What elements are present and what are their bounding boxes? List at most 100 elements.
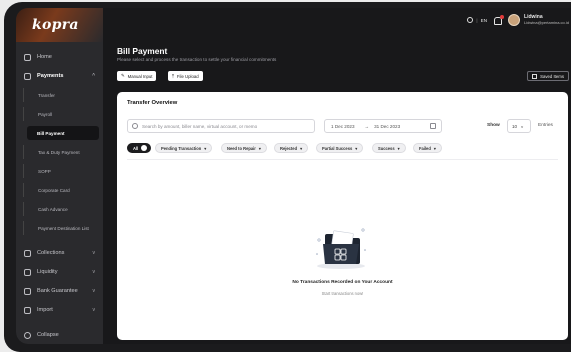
button-label: File Upload (176, 73, 199, 79)
chip-label: Failed (419, 145, 431, 151)
sidebar-item-collections[interactable]: Collections v (16, 244, 103, 262)
globe-icon[interactable] (467, 17, 474, 23)
date-to: 31 Dec 2023 (374, 123, 401, 129)
sidebar-subitem-sopp[interactable]: SOPP (23, 164, 98, 178)
bookmark-icon (532, 73, 538, 79)
sidebar-subitem-payment-destination-list[interactable]: Payment Destination List (23, 221, 98, 235)
chevron-down-icon: v (92, 288, 96, 294)
sidebar-item-payments[interactable]: Payments ^ (16, 67, 103, 85)
calendar-icon (430, 123, 436, 129)
count-badge (141, 145, 148, 151)
user-info[interactable]: Lidwina Lidwina@pertamina.co.id (524, 14, 569, 26)
import-icon (24, 306, 31, 314)
empty-folder-illustration (316, 228, 366, 269)
sidebar: kopra Home Payments ^ Transfer Payroll B… (16, 8, 103, 344)
page-size-value: 10 (512, 123, 518, 129)
entries-label: Entries (538, 123, 553, 128)
sidebar-subitem-label: Tax & Duty Payment (38, 149, 80, 155)
payments-icon (24, 72, 31, 80)
sidebar-subitem-cash-advance[interactable]: Cash Advance (23, 202, 98, 216)
divider: | (476, 17, 478, 23)
sidebar-subitem-label: Corporate Card (38, 187, 70, 193)
sidebar-subitem-label: Cash Advance (38, 206, 68, 212)
page-description: Please select and process the transactio… (117, 57, 277, 62)
brand-logo[interactable]: kopra (16, 8, 103, 42)
sidebar-subitem-corporate-card[interactable]: Corporate Card (23, 183, 98, 197)
app-screen: kopra Home Payments ^ Transfer Payroll B… (16, 8, 571, 344)
sidebar-item-label: Collections (37, 250, 65, 256)
empty-state-title: No Transactions Recorded on Your Account (292, 280, 393, 285)
filter-chip-pending-transaction[interactable]: Pending Transaction ▾ (155, 143, 213, 153)
chevron-down-icon: ▾ (300, 145, 303, 151)
chevron-down-icon: v (92, 307, 96, 313)
liquidity-icon (24, 268, 31, 276)
filter-chip-failed[interactable]: Failed ▾ (413, 143, 442, 153)
show-label: Show (487, 123, 500, 128)
chevron-down-icon: ▾ (204, 145, 207, 151)
sidebar-item-label: Import (37, 307, 53, 313)
filter-chip-need-to-repair[interactable]: Need to Repair ▾ (221, 143, 267, 153)
sidebar-item-label: Liquidity (37, 269, 58, 275)
date-range-picker[interactable]: 1 Dec 2023 → 31 Dec 2023 (324, 119, 442, 133)
collapse-icon (24, 331, 31, 339)
sidebar-subitem-transfer[interactable]: Transfer (23, 88, 98, 102)
search-icon (132, 123, 138, 129)
file-upload-button[interactable]: ⤒ File Upload (168, 71, 203, 81)
button-label: Saved Items (540, 73, 564, 79)
chevron-up-icon: ^ (92, 73, 95, 79)
chevron-down-icon: ▾ (355, 145, 358, 151)
sidebar-collapse-button[interactable]: Collapse (16, 326, 103, 344)
chip-label: Need to Repair (227, 145, 256, 151)
empty-state-subtitle: Start transactions now! (321, 291, 364, 296)
page-title: Bill Payment (117, 46, 168, 56)
manual-input-button[interactable]: ✎ Manual Input (117, 71, 157, 81)
language-selector[interactable]: EN (481, 18, 487, 23)
arrow-right-icon: → (364, 123, 370, 129)
sidebar-subitem-tax-duty-payment[interactable]: Tax & Duty Payment (23, 145, 98, 159)
chip-label: Partial Success (322, 145, 353, 151)
sidebar-subitem-label: Payment Destination List (38, 225, 89, 231)
chip-label: Rejected (280, 145, 298, 151)
chevron-down-icon: v (92, 250, 96, 256)
card-title: Transfer Overview (127, 100, 178, 106)
sidebar-item-label: Bank Guarantee (37, 288, 78, 294)
date-from: 1 Dec 2023 (331, 123, 355, 129)
upload-icon: ⤒ (172, 73, 174, 79)
collections-icon (24, 249, 31, 257)
user-email: Lidwina@pertamina.co.id (524, 20, 569, 25)
filter-chip-success[interactable]: Success ▾ (372, 143, 406, 153)
sidebar-subitem-label: Transfer (38, 92, 55, 98)
logo-text: kopra (32, 17, 79, 33)
sidebar-item-home[interactable]: Home (16, 48, 103, 66)
search-input[interactable]: Search by amount, biller name, virtual a… (127, 119, 315, 133)
transfer-overview-card: Transfer Overview Search by amount, bill… (117, 92, 568, 340)
chevron-down-icon: ▾ (258, 145, 261, 151)
sidebar-item-label: Home (37, 54, 52, 60)
sidebar-item-import[interactable]: Import v (16, 301, 103, 319)
chevron-down-icon: ▾ (433, 145, 436, 151)
saved-items-button[interactable]: Saved Items (527, 71, 569, 81)
sidebar-item-label: Payments (37, 73, 64, 79)
notification-bell-icon[interactable] (493, 14, 505, 25)
page-size-select[interactable]: 10 v (507, 119, 531, 133)
sidebar-item-liquidity[interactable]: Liquidity v (16, 263, 103, 281)
chevron-down-icon: ▾ (397, 145, 400, 151)
divider (127, 159, 558, 160)
filter-chip-all[interactable]: All (127, 143, 152, 153)
pencil-icon: ✎ (121, 73, 125, 78)
sidebar-subitem-label: SOPP (38, 168, 51, 174)
sidebar-subitem-bill-payment[interactable]: Bill Payment (27, 126, 99, 140)
button-label: Manual Input (127, 73, 153, 79)
avatar[interactable] (508, 14, 521, 26)
sidebar-item-bank-guarantee[interactable]: Bank Guarantee v (16, 282, 103, 300)
filter-chip-partial-success[interactable]: Partial Success ▾ (316, 143, 364, 153)
filter-chip-rejected[interactable]: Rejected ▾ (274, 143, 309, 153)
top-bar: | EN Lidwina Lidwina@pertamina.co.id (467, 12, 569, 28)
sidebar-subitem-payroll[interactable]: Payroll (23, 107, 98, 121)
device-frame: kopra Home Payments ^ Transfer Payroll B… (4, 2, 571, 352)
sidebar-subitem-label: Bill Payment (37, 130, 65, 136)
chevron-down-icon: v (521, 123, 524, 129)
home-icon (24, 53, 31, 61)
bank-guarantee-icon (24, 287, 31, 295)
chip-label: All (133, 145, 139, 151)
